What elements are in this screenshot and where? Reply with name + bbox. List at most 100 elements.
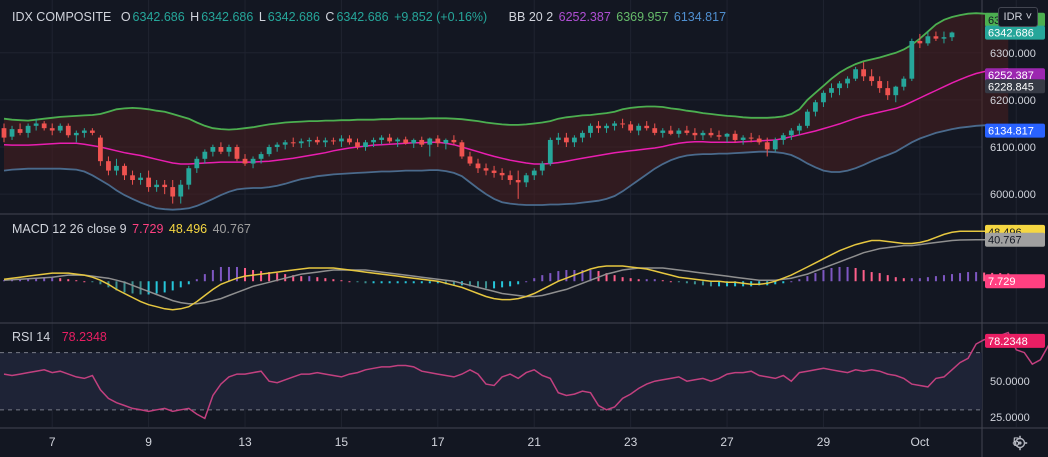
- candle-body: [73, 132, 79, 136]
- low-value: 6342.686: [267, 10, 320, 24]
- macd-histogram-bar: [967, 272, 970, 282]
- time-tick-label: 9: [145, 435, 152, 449]
- bb-upper-value: 6369.957: [616, 10, 669, 24]
- macd-histogram-bar: [171, 281, 174, 291]
- macd-histogram-bar: [428, 281, 431, 284]
- macd-histogram-bar: [782, 281, 785, 284]
- macd-histogram-bar: [902, 278, 905, 282]
- time-tick-label: 23: [624, 435, 638, 449]
- price-tick-label: 6200.000: [990, 95, 1036, 107]
- time-tick-label: Oct: [911, 435, 930, 449]
- candle-body: [57, 125, 63, 131]
- macd-value: 48.496: [168, 222, 208, 236]
- macd-histogram-bar: [878, 273, 881, 282]
- candle-body: [146, 177, 152, 188]
- candle-body: [708, 132, 714, 136]
- candle-body: [804, 111, 810, 126]
- candle-body: [772, 139, 778, 150]
- macd-histogram-bar: [983, 272, 986, 282]
- macd-histogram-bar: [685, 281, 688, 284]
- candle-body: [572, 137, 577, 143]
- macd-histogram-bar: [219, 266, 222, 282]
- candle-body: [483, 168, 489, 171]
- candle-body: [909, 40, 915, 79]
- candle-body: [202, 151, 208, 159]
- macd-histogram-bar: [806, 276, 809, 282]
- candle-body: [186, 168, 192, 185]
- candle-body: [612, 123, 617, 126]
- candle-body: [515, 180, 521, 183]
- macd-histogram-bar: [396, 281, 399, 284]
- macd-histogram-bar: [372, 281, 375, 284]
- time-tick-label: 29: [817, 435, 831, 449]
- candle-body: [250, 158, 256, 164]
- candle-body: [901, 78, 907, 87]
- macd-histogram-bar: [886, 275, 889, 282]
- macd-histogram-bar: [147, 281, 150, 295]
- candle-body: [547, 139, 553, 164]
- candle-body: [917, 40, 923, 44]
- candle-body: [427, 138, 433, 145]
- candle-body: [821, 92, 826, 103]
- candle-body: [732, 133, 738, 140]
- macd-histogram-bar: [918, 278, 921, 282]
- macd-histogram-bar: [669, 281, 672, 283]
- candle-body: [588, 125, 593, 133]
- gear-icon[interactable]: [1012, 435, 1028, 451]
- candle-body: [114, 165, 119, 171]
- candle-body: [724, 133, 730, 137]
- macd-histogram-bar: [613, 275, 616, 282]
- time-tick-label: 7: [49, 435, 56, 449]
- candle-body: [796, 125, 802, 131]
- candle-body: [363, 142, 368, 148]
- candle-body: [403, 139, 409, 144]
- macd-histogram-bar: [244, 267, 247, 282]
- candle-body: [941, 37, 947, 39]
- candle-body: [170, 187, 176, 197]
- time-tick-label: 21: [528, 435, 542, 449]
- candle-body: [580, 132, 585, 138]
- candle-body: [652, 128, 658, 133]
- candle-body: [628, 124, 634, 131]
- candle-body: [330, 140, 336, 142]
- macd-histogram-bar: [67, 279, 70, 282]
- macd-histogram-bar: [501, 281, 504, 288]
- open-value: 6342.686: [132, 10, 185, 24]
- candle-body: [98, 137, 103, 162]
- macd-histogram-bar: [203, 274, 206, 282]
- candle-body: [885, 88, 891, 96]
- macd-histogram-bar: [348, 281, 351, 283]
- macd-histogram-bar: [179, 281, 182, 288]
- time-tick-label: 15: [335, 435, 349, 449]
- candle-body: [210, 147, 216, 152]
- candle-body: [322, 140, 328, 143]
- low-label: L: [258, 10, 266, 24]
- candle-body: [692, 132, 698, 136]
- currency-selector[interactable]: IDR ˅: [997, 7, 1038, 27]
- macd-histogram-bar: [798, 279, 801, 282]
- currency-label: IDR: [1003, 11, 1023, 23]
- candle-body: [676, 130, 682, 134]
- bb-lower-value: 6134.817: [673, 10, 727, 24]
- candle-body: [949, 32, 955, 38]
- candle-body: [861, 69, 867, 77]
- macd-histogram-bar: [910, 278, 913, 282]
- macd-histogram-bar: [637, 279, 640, 282]
- candle-body: [234, 147, 240, 159]
- macd-histogram-bar: [942, 275, 945, 282]
- macd-histogram-bar: [75, 280, 78, 282]
- macd-histogram-bar: [661, 280, 664, 282]
- macd-histogram-bar: [187, 281, 190, 285]
- macd-histogram-bar: [380, 281, 383, 284]
- candle-body: [596, 125, 601, 129]
- macd-histogram-bar: [830, 267, 833, 282]
- candle-body: [395, 139, 401, 142]
- rsi-tick-label: 25.0000: [990, 412, 1030, 424]
- macd-histogram-bar: [854, 267, 857, 282]
- macd-histogram-bar: [59, 278, 62, 282]
- macd-histogram-bar: [693, 281, 696, 285]
- candle-body: [9, 129, 15, 137]
- open-label: O: [120, 10, 131, 24]
- macd-histogram-bar: [412, 281, 415, 284]
- macd-histogram-bar: [163, 281, 166, 293]
